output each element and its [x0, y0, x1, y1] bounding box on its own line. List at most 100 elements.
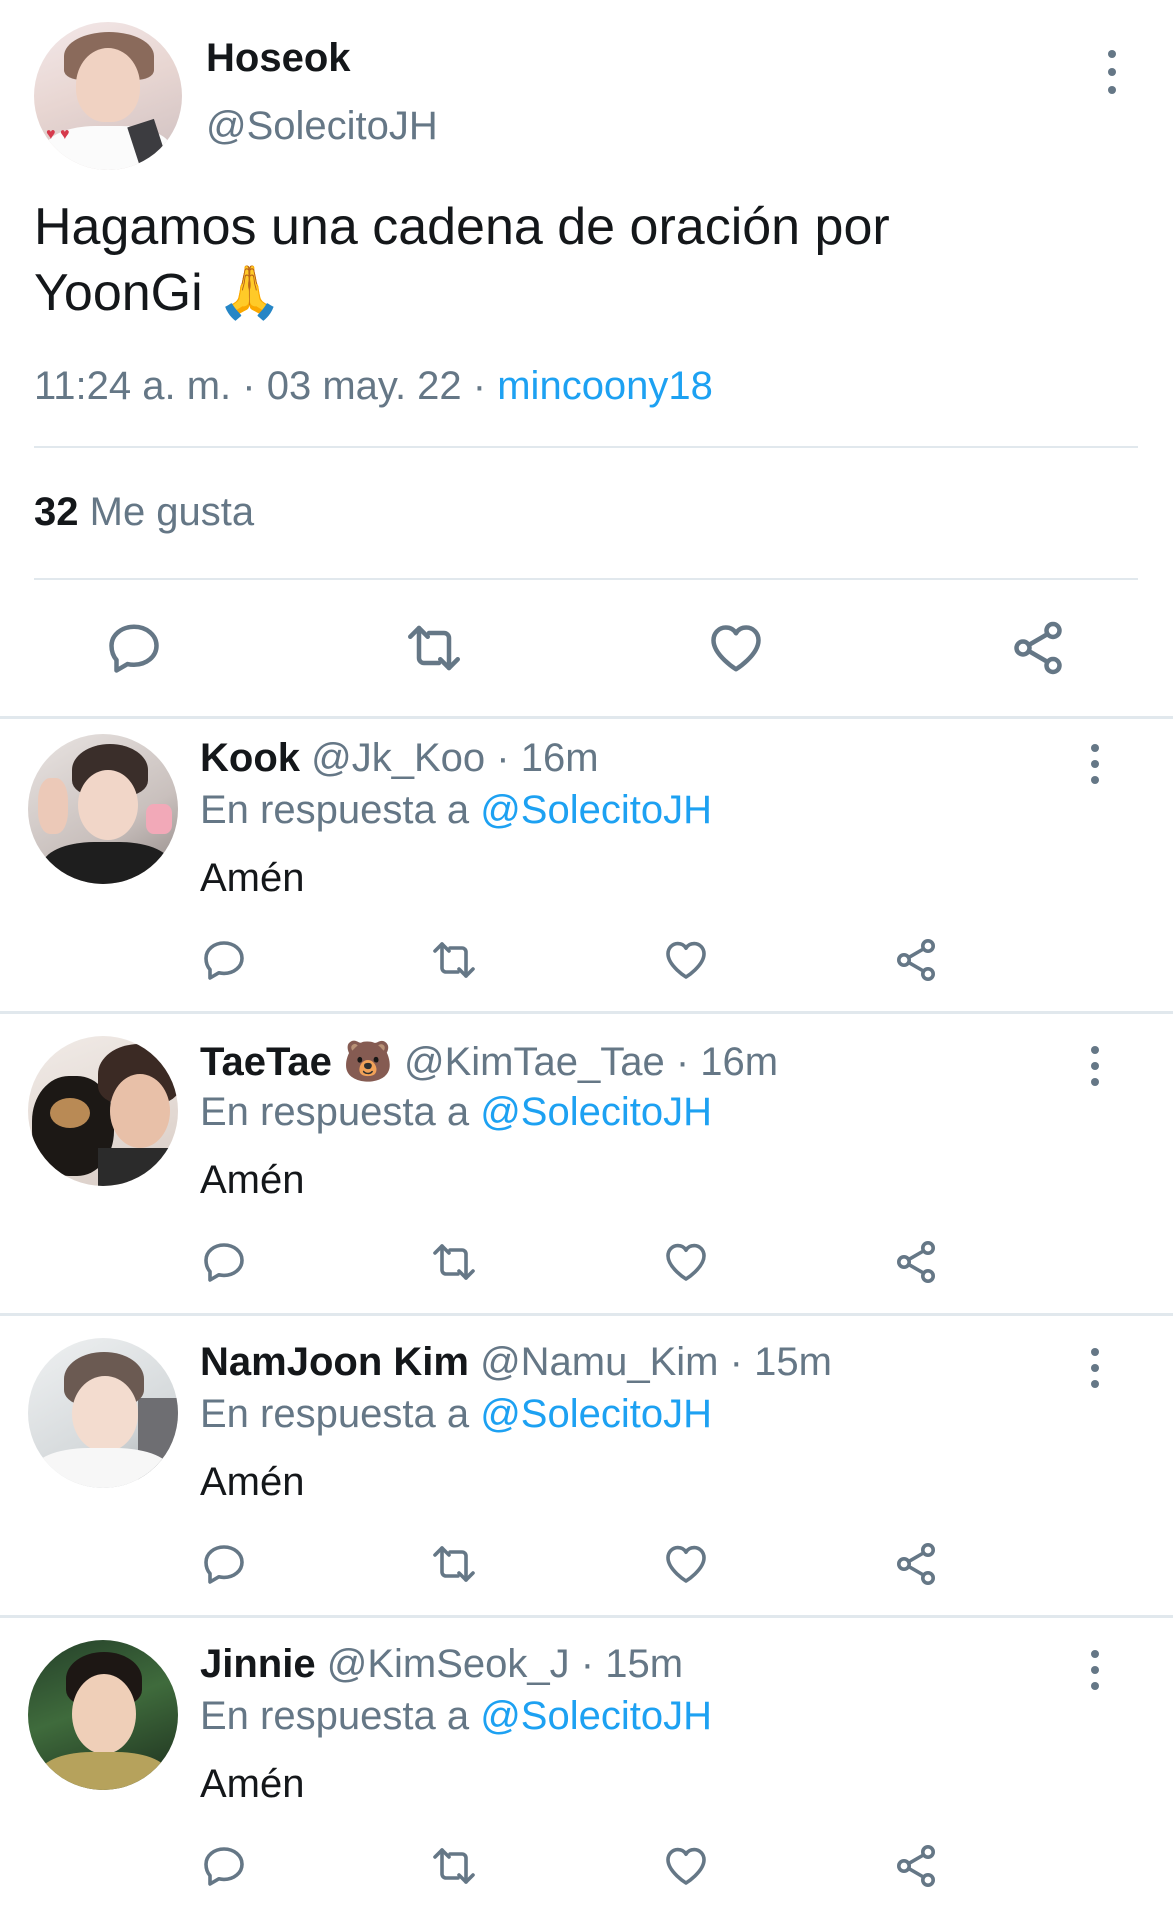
meta-separator: · — [729, 1340, 743, 1384]
more-vertical-icon — [1084, 1348, 1106, 1388]
heart-icon — [666, 1847, 706, 1885]
retweet-button[interactable] — [430, 936, 478, 984]
tweet-thread-page: ♥ ♥ Hoseok @SolecitoJH Hagamos una caden… — [0, 0, 1173, 1920]
meta-separator: · — [675, 1040, 690, 1084]
share-button[interactable] — [892, 1238, 940, 1286]
reply-button[interactable] — [200, 1540, 248, 1588]
mention-link[interactable]: @SolecitoJH — [480, 1392, 712, 1436]
retweet-button[interactable] — [430, 1842, 478, 1890]
divider — [34, 446, 1138, 448]
divider — [0, 1615, 1173, 1618]
reply-button[interactable] — [104, 618, 164, 678]
more-options-button[interactable] — [1084, 744, 1106, 784]
reply-icon — [204, 1847, 244, 1886]
divider — [0, 1313, 1173, 1316]
handle[interactable]: @Jk_Koo — [311, 736, 485, 780]
avatar[interactable] — [28, 1640, 178, 1790]
reply-button[interactable] — [200, 1842, 248, 1890]
meta-separator: · — [496, 736, 510, 780]
likes-count[interactable]: 32 Me gusta — [34, 490, 254, 535]
display-name[interactable]: Hoseok — [206, 36, 351, 81]
reply-header: TaeTae 🐻 @KimTae_Tae · 16m — [200, 1038, 778, 1085]
reply-prefix: En respuesta a — [200, 1090, 470, 1134]
avatar[interactable]: ♥ ♥ — [34, 22, 182, 170]
heart-icon — [711, 625, 761, 672]
more-vertical-icon — [1100, 50, 1124, 94]
tweet-text: Hagamos una cadena de oración por YoonGi… — [34, 194, 1134, 326]
like-button[interactable] — [706, 618, 766, 678]
reply-context: En respuesta a @SolecitoJH — [200, 1392, 712, 1437]
tweet-date: 03 may. 22 — [266, 364, 462, 408]
reply-text: Amén — [200, 1460, 305, 1504]
share-icon — [897, 1241, 935, 1283]
more-options-button[interactable] — [1084, 1046, 1106, 1086]
reply-tweet[interactable]: Jinnie @KimSeok_J · 15m En respuesta a @… — [0, 1624, 1173, 1920]
avatar[interactable] — [28, 734, 178, 884]
handle[interactable]: @SolecitoJH — [206, 104, 438, 149]
share-button[interactable] — [892, 1842, 940, 1890]
reply-age: 15m — [605, 1642, 684, 1686]
retweet-icon — [433, 1546, 475, 1582]
reply-text: Amén — [200, 1158, 305, 1202]
likes-number: 32 — [34, 490, 79, 534]
more-options-button[interactable] — [1100, 50, 1124, 94]
retweet-icon — [433, 1848, 475, 1884]
meta-separator: · — [580, 1642, 595, 1686]
tweet-source-link[interactable]: mincoony18 — [497, 364, 713, 408]
reply-tweet[interactable]: TaeTae 🐻 @KimTae_Tae · 16m En respuesta … — [0, 1020, 1173, 1320]
reply-tweet[interactable]: NamJoon Kim @Namu_Kim · 15m En respuesta… — [0, 1322, 1173, 1622]
heart-icon — [666, 1243, 706, 1281]
share-button[interactable] — [1008, 618, 1068, 678]
display-name[interactable]: NamJoon Kim — [200, 1340, 469, 1384]
handle[interactable]: @Namu_Kim — [480, 1340, 718, 1384]
heart-icon — [666, 941, 706, 979]
reply-age: 16m — [520, 736, 599, 780]
retweet-button[interactable] — [430, 1540, 478, 1588]
reply-header: Kook @Jk_Koo · 16m — [200, 736, 599, 781]
meta-separator: · — [472, 364, 487, 408]
reply-icon — [204, 1243, 244, 1282]
reply-context: En respuesta a @SolecitoJH — [200, 1694, 712, 1739]
reply-age: 16m — [700, 1040, 779, 1084]
mention-link[interactable]: @SolecitoJH — [480, 1694, 712, 1738]
reply-button[interactable] — [200, 936, 248, 984]
reply-icon — [204, 1545, 244, 1584]
mention-link[interactable]: @SolecitoJH — [480, 1090, 712, 1134]
reply-context: En respuesta a @SolecitoJH — [200, 1090, 712, 1135]
tweet-text-word: YoonGi — [34, 264, 203, 322]
reply-age: 15m — [754, 1340, 832, 1384]
retweet-button[interactable] — [430, 1238, 478, 1286]
like-button[interactable] — [662, 1540, 710, 1588]
share-icon — [897, 1543, 935, 1585]
display-name[interactable]: Jinnie — [200, 1642, 316, 1686]
more-options-button[interactable] — [1084, 1650, 1106, 1690]
like-button[interactable] — [662, 1238, 710, 1286]
reply-header: Jinnie @KimSeok_J · 15m — [200, 1642, 683, 1687]
more-options-button[interactable] — [1084, 1348, 1106, 1388]
bear-emoji: 🐻 — [343, 1040, 393, 1084]
likes-label: Me gusta — [89, 490, 255, 534]
handle[interactable]: @KimTae_Tae — [404, 1040, 665, 1084]
tweet-time: 11:24 a. m. — [34, 364, 232, 408]
meta-separator: · — [242, 364, 256, 408]
share-button[interactable] — [892, 1540, 940, 1588]
display-name[interactable]: Kook — [200, 736, 300, 780]
avatar[interactable] — [28, 1338, 178, 1488]
reply-context: En respuesta a @SolecitoJH — [200, 788, 712, 833]
like-button[interactable] — [662, 936, 710, 984]
like-button[interactable] — [662, 1842, 710, 1890]
reply-button[interactable] — [200, 1238, 248, 1286]
display-name[interactable]: TaeTae — [200, 1040, 332, 1084]
main-tweet: ♥ ♥ Hoseok @SolecitoJH Hagamos una caden… — [0, 0, 1173, 718]
share-icon — [1014, 621, 1062, 675]
reply-header: NamJoon Kim @Namu_Kim · 15m — [200, 1340, 832, 1385]
avatar[interactable] — [28, 1036, 178, 1186]
handle[interactable]: @KimSeok_J — [327, 1642, 570, 1686]
reply-icon — [109, 624, 159, 673]
share-button[interactable] — [892, 936, 940, 984]
more-vertical-icon — [1084, 1650, 1106, 1690]
retweet-button[interactable] — [404, 618, 464, 678]
mention-link[interactable]: @SolecitoJH — [480, 788, 712, 832]
reply-tweet[interactable]: Kook @Jk_Koo · 16m En respuesta a @Solec… — [0, 718, 1173, 1018]
tweet-meta: 11:24 a. m. · 03 may. 22 · mincoony18 — [34, 364, 713, 409]
